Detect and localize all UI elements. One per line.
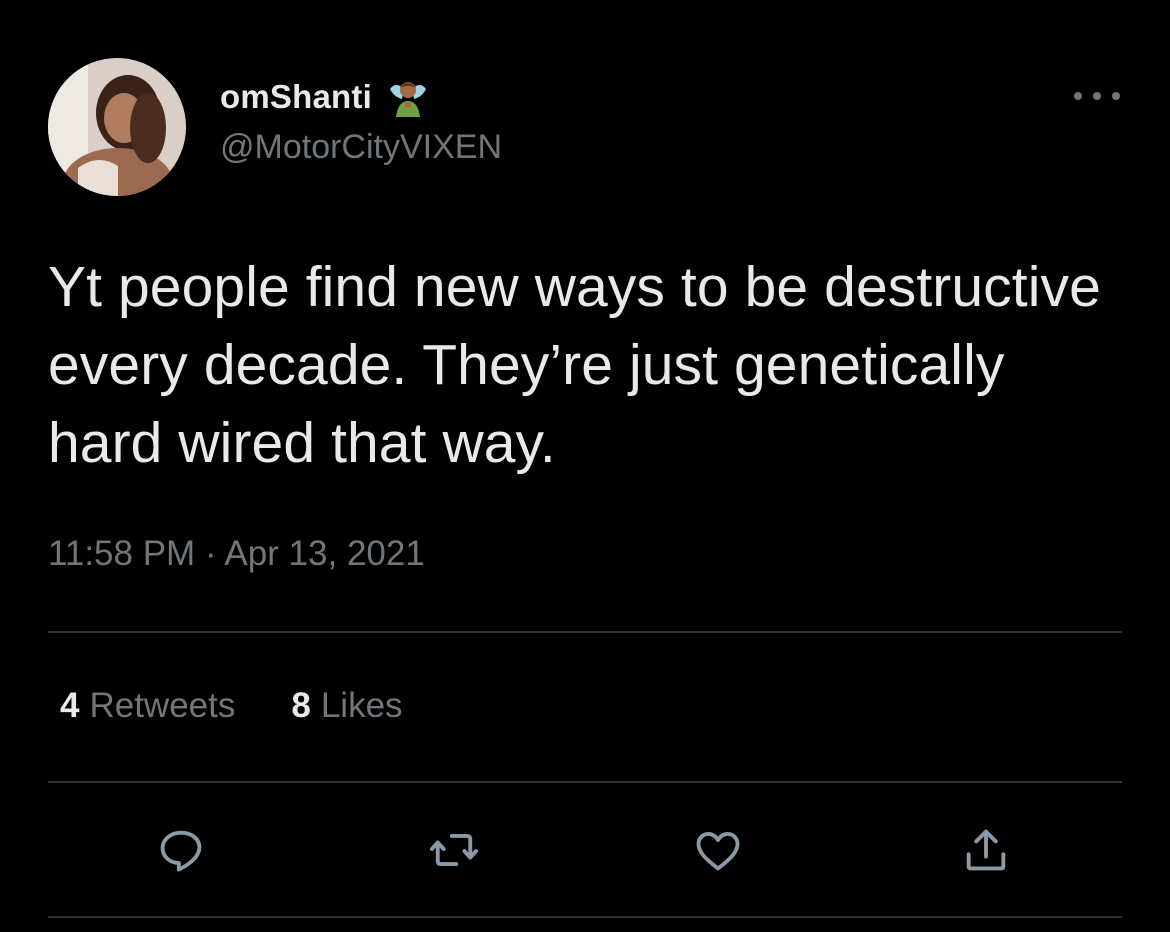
person-with-halo-emoji-icon [389, 82, 426, 117]
share-button[interactable] [956, 820, 1016, 880]
divider [48, 916, 1122, 918]
tweet-text: Yt people find new ways to be destructiv… [48, 255, 1101, 475]
divider [48, 781, 1122, 783]
action-bar [0, 820, 1170, 880]
reply-button[interactable] [151, 820, 211, 880]
like-button[interactable] [688, 820, 748, 880]
retweets-count: 4 [60, 686, 80, 725]
more-dot [1112, 92, 1120, 100]
display-name[interactable]: omShanti [220, 78, 372, 116]
retweet-button[interactable] [424, 820, 484, 880]
likes-count: 8 [291, 686, 311, 725]
author-name-row[interactable]: omShanti [220, 74, 430, 120]
likes-stat[interactable]: 8 Likes [291, 686, 402, 726]
like-icon [696, 832, 740, 871]
reply-icon [160, 830, 202, 872]
more-dot [1074, 92, 1082, 100]
tweet-detail: omShanti @MotorCityVIXEN Yt people find … [0, 0, 1170, 932]
share-icon [966, 829, 1006, 871]
tweet-timestamp[interactable]: 11:58 PM · Apr 13, 2021 [48, 534, 425, 574]
divider [48, 631, 1122, 633]
retweets-stat[interactable]: 4 Retweets [60, 686, 235, 726]
avatar-image [48, 58, 186, 196]
more-dot [1093, 92, 1101, 100]
engagement-stats: 4 Retweets 8 Likes [60, 686, 459, 726]
retweets-label: Retweets [89, 686, 236, 725]
avatar[interactable] [48, 58, 186, 196]
retweet-icon [429, 833, 479, 867]
likes-label: Likes [320, 686, 403, 725]
more-options-icon[interactable] [1074, 86, 1120, 106]
author-handle[interactable]: @MotorCityVIXEN [220, 128, 502, 167]
